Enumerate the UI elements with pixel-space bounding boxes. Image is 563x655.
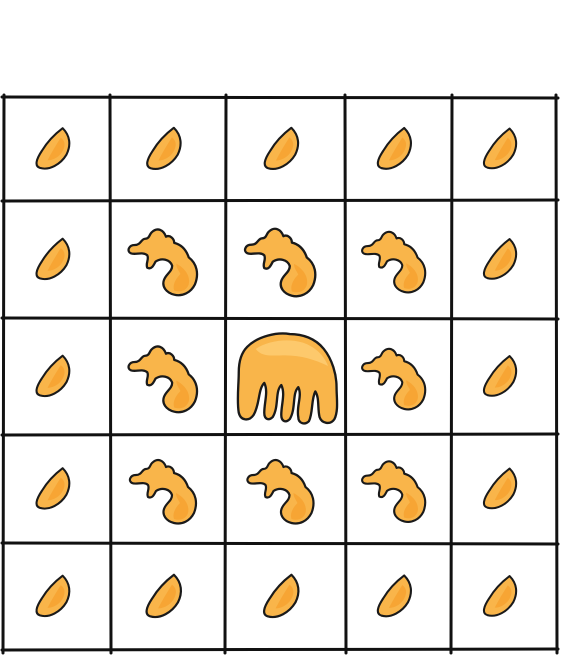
board-cell[interactable]: [347, 203, 450, 316]
cell-layer: [6, 99, 554, 648]
grid-line-horizontal: [0, 647, 560, 652]
game-board: [0, 93, 560, 655]
grid-line-horizontal: [0, 316, 560, 321]
grid-line-vertical: [1, 93, 6, 655]
board-cell[interactable]: [112, 203, 224, 316]
grid-line-horizontal: [0, 432, 560, 437]
board-cell[interactable]: [112, 437, 224, 541]
board-cell[interactable]: [6, 437, 108, 541]
grid-line-vertical: [108, 93, 113, 655]
board-cell[interactable]: [347, 545, 450, 648]
board-cell[interactable]: [228, 203, 343, 316]
board-cell[interactable]: [347, 99, 450, 199]
board-cell[interactable]: [112, 320, 224, 433]
board-cell[interactable]: [228, 545, 343, 648]
board-cell[interactable]: [6, 203, 108, 316]
grid-line-vertical: [223, 93, 228, 655]
board-cell[interactable]: [112, 545, 224, 648]
grid-line-horizontal: [0, 541, 560, 546]
grid-line-horizontal: [0, 95, 560, 100]
board-cell[interactable]: [6, 320, 108, 433]
board-cell[interactable]: [347, 437, 450, 541]
board-cell[interactable]: [228, 99, 343, 199]
board-cell[interactable]: [6, 99, 108, 199]
board-cell[interactable]: [228, 437, 343, 541]
board-cell[interactable]: [454, 545, 554, 648]
board-cell[interactable]: [454, 437, 554, 541]
board-cell[interactable]: [6, 545, 108, 648]
board-cell[interactable]: [347, 320, 450, 433]
grid-line-vertical: [343, 93, 348, 655]
board-cell[interactable]: [454, 320, 554, 433]
board-cell[interactable]: [228, 320, 343, 433]
large-flame-icon: [236, 332, 339, 425]
grid-line-vertical: [554, 93, 559, 655]
grid-line-vertical: [449, 93, 454, 655]
board-cell[interactable]: [112, 99, 224, 199]
grid-line-horizontal: [0, 198, 560, 203]
board-cell[interactable]: [454, 203, 554, 316]
board-cell[interactable]: [454, 99, 554, 199]
